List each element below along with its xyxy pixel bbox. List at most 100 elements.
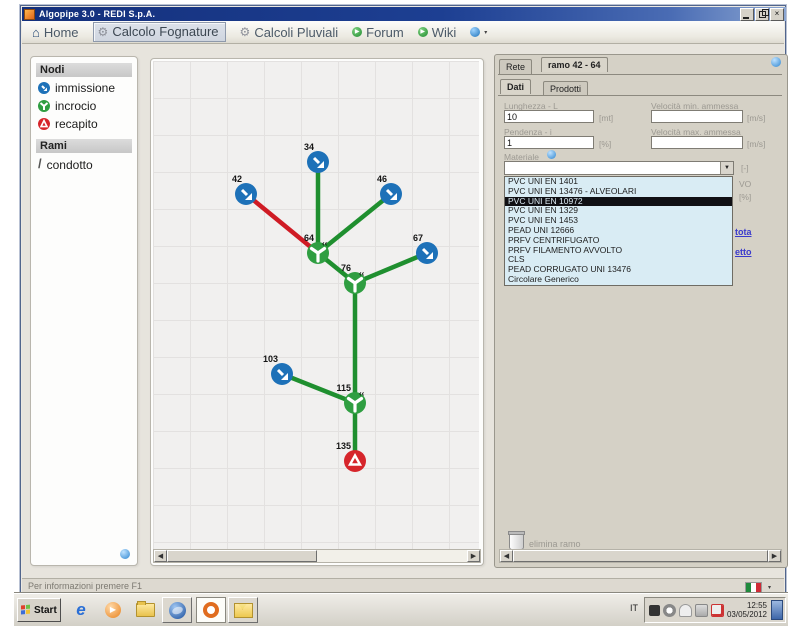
edge-67-76[interactable] [355,253,427,283]
title-bar[interactable]: Algopipe 3.0 - REDI S.p.A. × [22,7,786,21]
pendenza-unit: [%] [599,139,611,149]
materiale-unit-fragment: [-] [741,163,749,173]
immissione-icon [38,82,50,94]
minimize-button[interactable] [740,8,754,21]
materiale-combobox[interactable]: ▼ [504,161,734,175]
materiale-help-icon[interactable] [547,150,556,159]
quicklaunch-internet-explorer[interactable]: e [66,597,96,623]
trash-icon[interactable] [509,533,524,550]
tab-rete[interactable]: Rete [499,59,532,74]
pendenza-input[interactable] [504,136,594,149]
node-42[interactable]: 42 [232,174,257,205]
panel-horizontal-scrollbar[interactable]: ◀ ▶ [499,549,782,563]
svg-text:34: 34 [304,142,314,152]
edge-42-64[interactable] [246,194,318,253]
menu-item-calcoli-pluviali[interactable]: ⚙ Calcoli Pluviali [240,25,339,40]
svg-text:‹‹: ‹‹ [322,239,328,248]
forum-icon: ▶ [352,27,362,37]
quicklaunch-media-player[interactable]: ▶ [98,597,128,623]
tray-icon-1[interactable] [649,605,660,616]
obscured-label-fragment: VO [739,179,751,189]
quicklaunch-mail[interactable] [228,597,258,623]
material-option[interactable]: PRFV FILAMENTO AVVOLTO [505,246,732,256]
content-area: Nodi immissione incrocio recapito Rami [22,44,784,578]
tab-prodotti[interactable]: Prodotti [543,81,588,96]
sidebar-collapse-icon[interactable] [120,549,130,559]
legend-sidebar: Nodi immissione incrocio recapito Rami [30,56,138,566]
tray-icon-5[interactable] [711,604,724,617]
app-icon [24,9,35,20]
legend-item-condotto: / condotto [31,155,137,174]
menu-item-home[interactable]: ⌂ Home [32,25,79,40]
show-desktop-icon[interactable] [771,600,783,620]
incrocio-icon [38,100,50,112]
combo-dropdown-icon[interactable]: ▼ [720,162,733,174]
map-horizontal-scrollbar[interactable]: ◀ ▶ [153,549,481,563]
edge-46-64[interactable] [318,194,391,253]
svg-text:135: 135 [336,441,351,451]
system-tray: 12:55 03/05/2012 [644,597,786,623]
node-135[interactable]: 135 [336,441,366,472]
menu-bar: ⌂ Home ⚙ Calcolo Fognature ⚙ Calcoli Plu… [22,21,784,44]
menu-item-calcolo-fognature[interactable]: ⚙ Calcolo Fognature [93,22,226,42]
tray-icon-2[interactable] [663,604,676,617]
quicklaunch-algopipe-active[interactable] [196,597,226,623]
quicklaunch-messenger[interactable] [130,597,160,623]
scroll-left-icon[interactable]: ◀ [500,550,513,562]
help-menu-button[interactable]: ▾ [470,27,487,37]
restore-icon [759,11,766,18]
branch-properties-panel: Rete ramo 42 - 64 Dati Prodotti Lunghezz… [494,54,788,568]
network-canvas[interactable]: 344246‹‹6467‹‹76103‹‹115135 [153,61,479,549]
tray-language-indicator[interactable]: IT [630,603,638,613]
mail-icon [234,603,253,618]
obscured-link-1[interactable]: tota [735,227,752,237]
gear-icon: ⚙ [240,25,251,39]
legend-nodes-header: Nodi [36,63,132,77]
home-icon: ⌂ [32,25,40,40]
window-title: Algopipe 3.0 - REDI S.p.A. [39,9,155,19]
tray-icon-4[interactable] [695,604,708,617]
menu-item-wiki[interactable]: ▶ Wiki [418,25,457,40]
vel-min-input[interactable] [651,110,743,123]
scroll-right-icon[interactable]: ▶ [467,550,480,562]
windows-logo-icon [21,604,31,615]
scroll-left-icon[interactable]: ◀ [154,550,167,562]
menu-item-forum[interactable]: ▶ Forum [352,25,404,40]
algopipe-icon [203,602,219,618]
tray-date: 03/05/2012 [727,610,767,619]
internet-explorer-icon: e [76,600,85,620]
tab-dati[interactable]: Dati [500,79,531,94]
app-window: Algopipe 3.0 - REDI S.p.A. × ⌂ Home ⚙ Ca… [20,5,786,595]
node-76[interactable]: ‹‹76 [341,263,366,294]
tab-ramo-42-64[interactable]: ramo 42 - 64 [541,57,608,72]
node-103[interactable]: 103 [263,354,293,385]
close-button[interactable]: × [770,8,784,21]
start-button[interactable]: Start [17,598,61,622]
flag-dropdown-icon[interactable]: ▾ [768,584,771,591]
media-player-icon: ▶ [105,602,121,618]
lunghezza-input[interactable] [504,110,594,123]
panel-scroll-thumb[interactable] [513,550,768,562]
gear-icon: ⚙ [98,25,109,39]
restore-button[interactable] [755,8,769,21]
network-map-panel: 344246‹‹6467‹‹76103‹‹115135 ◀ ▶ [150,58,484,566]
svg-text:76: 76 [341,263,351,273]
minimize-icon [743,17,749,19]
lunghezza-unit: [mt] [599,113,613,123]
vel-max-input[interactable] [651,136,743,149]
tray-icon-3[interactable] [679,604,692,617]
material-option[interactable]: Circolare Generico [505,275,732,285]
quicklaunch-browser-globe[interactable] [162,597,192,623]
node-34[interactable]: 34 [304,142,329,173]
map-scroll-thumb[interactable] [167,550,317,562]
chevron-down-icon: ▾ [484,29,487,36]
scroll-right-icon[interactable]: ▶ [768,550,781,562]
svg-text:115: 115 [336,383,351,393]
obscured-link-2[interactable]: etto [735,247,752,257]
svg-text:42: 42 [232,174,242,184]
wiki-icon: ▶ [418,27,428,37]
panel-collapse-icon[interactable] [771,57,781,67]
svg-text:46: 46 [377,174,387,184]
material-dropdown-list[interactable]: PVC UNI EN 1401PVC UNI EN 13476 - ALVEOL… [504,176,733,286]
tray-clock[interactable]: 12:55 03/05/2012 [727,601,769,619]
